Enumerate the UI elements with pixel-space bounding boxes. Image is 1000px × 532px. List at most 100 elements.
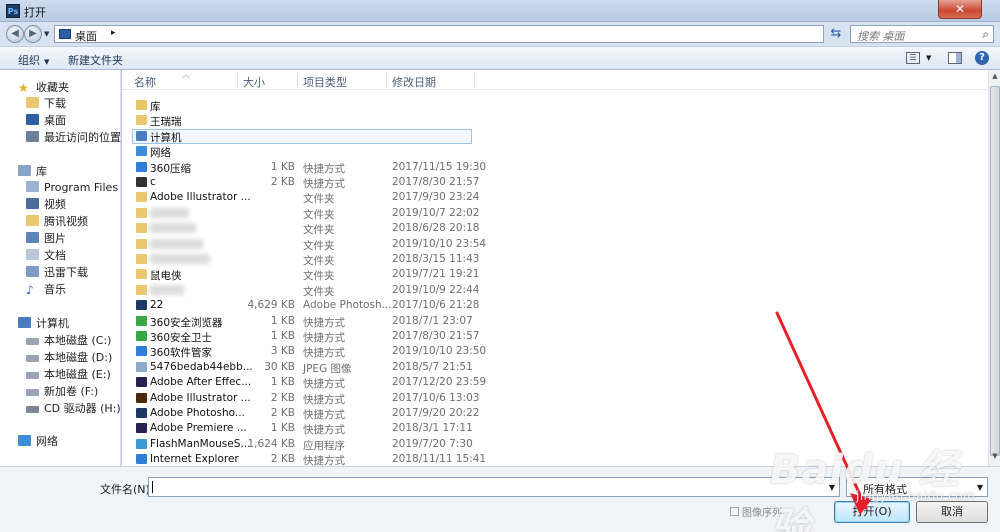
desktop-icon <box>26 114 39 125</box>
file-row[interactable]: 22 4,629 KB Adobe Photosh... 2017/10/6 21:2… <box>122 298 988 313</box>
refresh-button[interactable]: ⇆ <box>828 25 844 43</box>
image-sequence-checkbox[interactable] <box>730 507 739 516</box>
back-button[interactable]: ◀ <box>6 25 24 43</box>
file-row[interactable]: Adobe Illustrator ... 文件夹 2017/9/30 23:24 <box>122 190 988 205</box>
search-placeholder: 搜索 桌面 <box>857 30 905 43</box>
file-row[interactable]: 文件夹 2019/10/9 22:44 <box>122 283 988 298</box>
file-row[interactable]: 文件夹 2018/3/15 11:43 <box>122 252 988 267</box>
vertical-scrollbar[interactable]: ▲ ▼ <box>988 70 1000 466</box>
file-row[interactable]: 计算机 <box>122 128 988 144</box>
address-location[interactable]: 桌面 <box>75 28 97 44</box>
shortcut-icon <box>136 408 147 418</box>
organize-label: 组织 <box>18 54 40 67</box>
nav-label: 本地磁盘 (D:) <box>44 351 113 364</box>
file-name: 360压缩 <box>150 162 192 175</box>
file-row[interactable]: Adobe Photosho... 2 KB 快捷方式 2017/9/20 20:22 <box>122 406 988 421</box>
file-date: 2018/7/1 23:07 <box>392 314 473 327</box>
file-row[interactable]: 360安全浏览器 1 KB 快捷方式 2018/7/1 23:07 <box>122 314 988 329</box>
file-row[interactable]: Adobe Premiere ... 1 KB 快捷方式 2018/3/1 17:11 <box>122 421 988 436</box>
column-divider[interactable] <box>386 72 387 88</box>
nav-drive-e[interactable]: 本地磁盘 (E:) <box>26 367 111 383</box>
sort-ascending-icon: ︿ <box>182 70 190 79</box>
file-row[interactable]: c 2 KB 快捷方式 2017/8/30 21:57 <box>122 175 988 190</box>
column-type[interactable]: 项目类型 <box>303 74 347 90</box>
nav-favorites[interactable]: ★ 收藏夹 <box>18 80 69 96</box>
column-size[interactable]: 大小 <box>243 74 265 90</box>
file-row[interactable]: 网络 <box>122 144 988 159</box>
file-row[interactable]: 文件夹 2018/6/28 20:18 <box>122 221 988 236</box>
file-row[interactable]: Adobe After Effec... 1 KB 快捷方式 2017/12/20 2… <box>122 375 988 390</box>
file-row[interactable]: 王瑞瑞 <box>122 113 988 128</box>
address-bar[interactable]: 桌面 ▸ ▼ <box>54 25 877 44</box>
computer-icon <box>136 130 147 141</box>
nav-drive-f[interactable]: 新加卷 (F:) <box>26 384 98 400</box>
organize-button[interactable]: 组织 ▼ <box>18 52 49 68</box>
file-name <box>150 207 189 219</box>
file-type: 文件夹 <box>303 270 335 283</box>
file-row[interactable]: 5476bedab44ebb... 30 KB JPEG 图像 2018/5/7 21… <box>122 360 988 375</box>
breadcrumb-chevron-icon[interactable]: ▸ <box>111 28 116 38</box>
folder-icon <box>136 207 147 218</box>
nav-computer[interactable]: 计算机 <box>18 316 69 332</box>
file-row[interactable]: 文件夹 2019/10/7 22:02 <box>122 206 988 221</box>
nav-label: 下载 <box>44 97 66 110</box>
file-size: 3 KB <box>270 345 295 358</box>
view-options-icon[interactable]: ☰ <box>906 52 920 64</box>
redacted-name <box>150 207 189 218</box>
folder-icon <box>136 223 147 234</box>
drive-icon <box>26 389 39 396</box>
nav-recent-places[interactable]: 最近访问的位置 <box>26 130 121 146</box>
nav-tencent-video[interactable]: 腾讯视频 <box>26 214 88 230</box>
forward-button[interactable]: ▶ <box>24 25 42 43</box>
nav-drive-c[interactable]: 本地磁盘 (C:) <box>26 333 111 349</box>
file-row[interactable]: 文件夹 2019/10/10 23:54 <box>122 237 988 252</box>
nav-music[interactable]: ♪ 音乐 <box>26 282 66 298</box>
view-dropdown-icon[interactable]: ▼ <box>926 54 931 62</box>
file-size: 1 KB <box>270 314 295 327</box>
preview-pane-icon[interactable] <box>948 52 962 64</box>
nav-videos[interactable]: 视频 <box>26 197 66 213</box>
nav-pictures[interactable]: 图片 <box>26 231 66 247</box>
search-input[interactable]: 搜索 桌面 ⌕ <box>850 25 994 43</box>
nav-xunlei-downloads[interactable]: 迅雷下载 <box>26 265 88 281</box>
shortcut-icon <box>136 315 147 326</box>
title-bar: Ps 打开 ✕ <box>0 0 1000 22</box>
column-modified[interactable]: 修改日期 <box>392 74 436 90</box>
nav-libraries[interactable]: 库 <box>18 164 47 180</box>
close-button[interactable]: ✕ <box>938 0 982 19</box>
user-folder-icon <box>136 115 147 126</box>
file-date: 2019/7/21 19:21 <box>392 268 480 281</box>
file-row[interactable]: 库 <box>122 98 988 113</box>
file-row[interactable]: 360安全卫士 1 KB 快捷方式 2017/8/30 21:57 <box>122 329 988 344</box>
nav-downloads[interactable]: 下载 <box>26 96 66 112</box>
file-row[interactable]: 鼠电侠 文件夹 2019/7/21 19:21 <box>122 267 988 282</box>
nav-drive-d[interactable]: 本地磁盘 (D:) <box>26 350 112 366</box>
nav-drive-h[interactable]: CD 驱动器 (H:) <box>26 401 121 417</box>
help-icon[interactable]: ? <box>975 51 989 65</box>
nav-network[interactable]: 网络 <box>18 434 58 450</box>
folder-icon <box>136 192 147 203</box>
nav-desktop[interactable]: 桌面 <box>26 113 66 129</box>
nav-program-files[interactable]: Program Files <box>26 180 118 196</box>
file-type: Adobe Photosh... <box>303 299 392 312</box>
column-divider[interactable] <box>297 72 298 88</box>
file-date: 2018/3/1 17:11 <box>392 422 473 435</box>
file-row[interactable]: Adobe Illustrator ... 2 KB 快捷方式 2017/10/6 1… <box>122 391 988 406</box>
file-name: Adobe After Effec... <box>150 376 252 389</box>
nav-label: 计算机 <box>36 317 69 330</box>
column-divider[interactable] <box>237 72 238 88</box>
recent-pages-dropdown[interactable]: ▼ <box>44 30 49 38</box>
scroll-up-icon[interactable]: ▲ <box>990 72 1000 84</box>
column-name[interactable]: 名称 <box>134 74 156 90</box>
scrollbar-thumb[interactable] <box>990 86 1000 456</box>
new-folder-button[interactable]: 新建文件夹 <box>68 52 123 68</box>
file-row[interactable]: 360压缩 1 KB 快捷方式 2017/11/15 19:30 <box>122 160 988 175</box>
file-date: 2017/8/30 21:57 <box>392 330 480 342</box>
column-divider[interactable] <box>474 72 475 88</box>
filename-input[interactable]: ▼ <box>148 477 840 497</box>
file-row[interactable]: 360软件管家 3 KB 快捷方式 2019/10/10 23:50 <box>122 344 988 359</box>
file-type: 快捷方式 <box>303 178 345 190</box>
file-name: Internet Explorer <box>150 453 239 466</box>
nav-documents[interactable]: 文档 <box>26 248 66 264</box>
file-name: 5476bedab44ebb... <box>150 360 253 373</box>
